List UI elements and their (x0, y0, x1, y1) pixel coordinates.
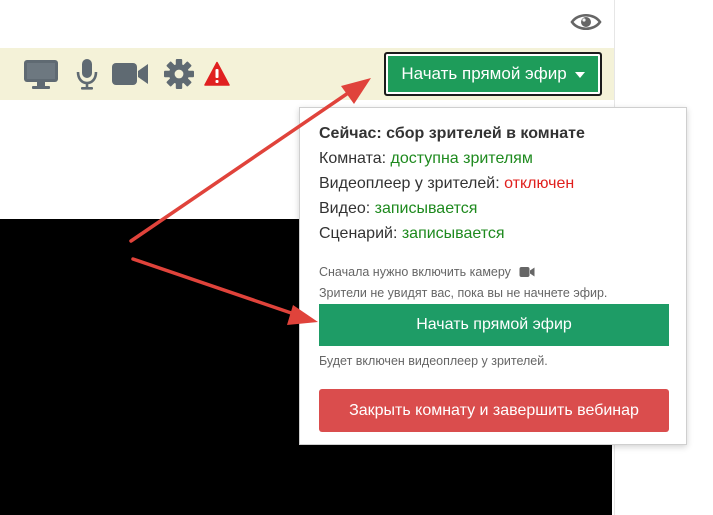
microphone-icon (76, 59, 98, 90)
player-note: Будет включен видеоплеер у зрителей. (319, 354, 548, 368)
monitor-icon (24, 60, 58, 89)
status-title: Сейчас: сбор зрителей в комнате (319, 125, 585, 142)
camera-button[interactable] (110, 58, 150, 90)
camera-note: Сначала нужно включить камеру (319, 265, 535, 279)
video-status: Видео: записывается (319, 200, 477, 218)
scenario-status-label: Сценарий: (319, 225, 398, 242)
video-status-label: Видео: (319, 200, 371, 217)
viewers-note: Зрители не увидят вас, пока вы не начнет… (319, 286, 608, 300)
camera-small-icon (519, 267, 535, 277)
eye-icon (570, 13, 602, 31)
room-status-label: Комната: (319, 150, 387, 167)
player-status-value: отключен (504, 175, 575, 192)
microphone-button[interactable] (74, 58, 100, 90)
warning-icon (204, 61, 230, 86)
settings-button[interactable] (162, 58, 196, 90)
caret-down-icon (574, 72, 585, 78)
screen-share-button[interactable] (22, 58, 60, 90)
start-broadcast-label: Начать прямой эфир (401, 64, 567, 83)
start-broadcast-dropdown-button[interactable]: Начать прямой эфир (384, 52, 602, 96)
room-status-value: доступна зрителям (390, 150, 533, 167)
camera-note-text: Сначала нужно включить камеру (319, 265, 511, 279)
video-status-value: записывается (374, 200, 478, 217)
scenario-status: Сценарий: записывается (319, 225, 505, 243)
player-status-label: Видеоплеер у зрителей: (319, 175, 500, 192)
player-status: Видеоплеер у зрителей: отключен (319, 175, 574, 193)
close-room-button[interactable]: Закрыть комнату и завершить вебинар (319, 389, 669, 432)
warning-button[interactable] (203, 58, 231, 90)
broadcast-status-dropdown: Сейчас: сбор зрителей в комнате Комната:… (299, 107, 687, 445)
gear-icon (164, 59, 194, 89)
start-broadcast-button[interactable]: Начать прямой эфир (319, 304, 669, 346)
camera-icon (112, 63, 148, 85)
viewers-eye-button[interactable] (569, 8, 603, 36)
scenario-status-value: записывается (401, 225, 505, 242)
room-status: Комната: доступна зрителям (319, 150, 533, 168)
